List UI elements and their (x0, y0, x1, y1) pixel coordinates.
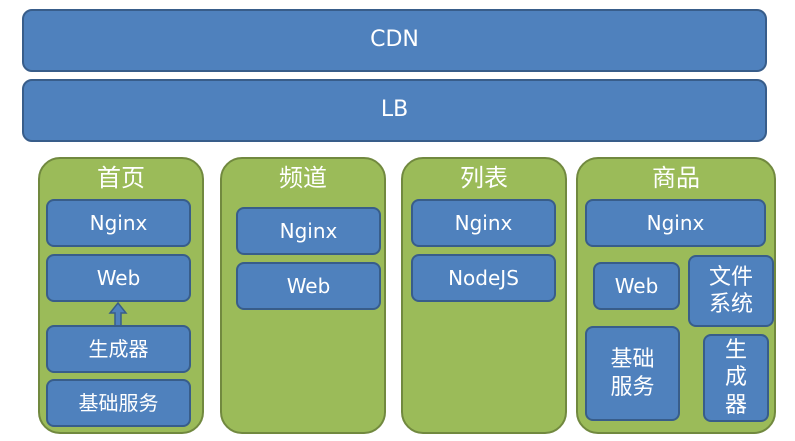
home-base-service-box: 基础服务 (46, 379, 191, 427)
home-nginx-box: Nginx (46, 199, 191, 247)
channel-panel: 频道 Nginx Web (220, 157, 386, 434)
home-generator-box: 生成器 (46, 325, 191, 373)
list-nginx-box: Nginx (411, 199, 556, 247)
product-generator-box: 生 成 器 (703, 334, 769, 422)
cdn-layer: CDN (22, 9, 767, 72)
channel-panel-title: 频道 (279, 164, 327, 192)
product-base-service-box: 基础 服务 (585, 326, 680, 421)
home-panel: 首页 Nginx Web 生成器 基础服务 (38, 157, 204, 434)
lb-layer: LB (22, 79, 767, 142)
product-panel-title: 商品 (652, 164, 700, 192)
product-file-system-box: 文件 系统 (688, 255, 774, 327)
channel-nginx-box: Nginx (236, 207, 381, 255)
home-web-box: Web (46, 254, 191, 302)
channel-web-box: Web (236, 262, 381, 310)
product-nginx-box: Nginx (585, 199, 766, 247)
list-panel-title: 列表 (460, 164, 508, 192)
list-panel: 列表 Nginx NodeJS (401, 157, 567, 434)
architecture-diagram: CDN LB 首页 Nginx Web 生成器 基础服务 频道 Nginx We… (0, 0, 795, 441)
home-panel-title: 首页 (97, 164, 145, 192)
product-panel: 商品 Nginx Web 文件 系统 基础 服务 生 成 器 (576, 157, 776, 434)
list-nodejs-box: NodeJS (411, 254, 556, 302)
product-web-box: Web (593, 262, 680, 310)
